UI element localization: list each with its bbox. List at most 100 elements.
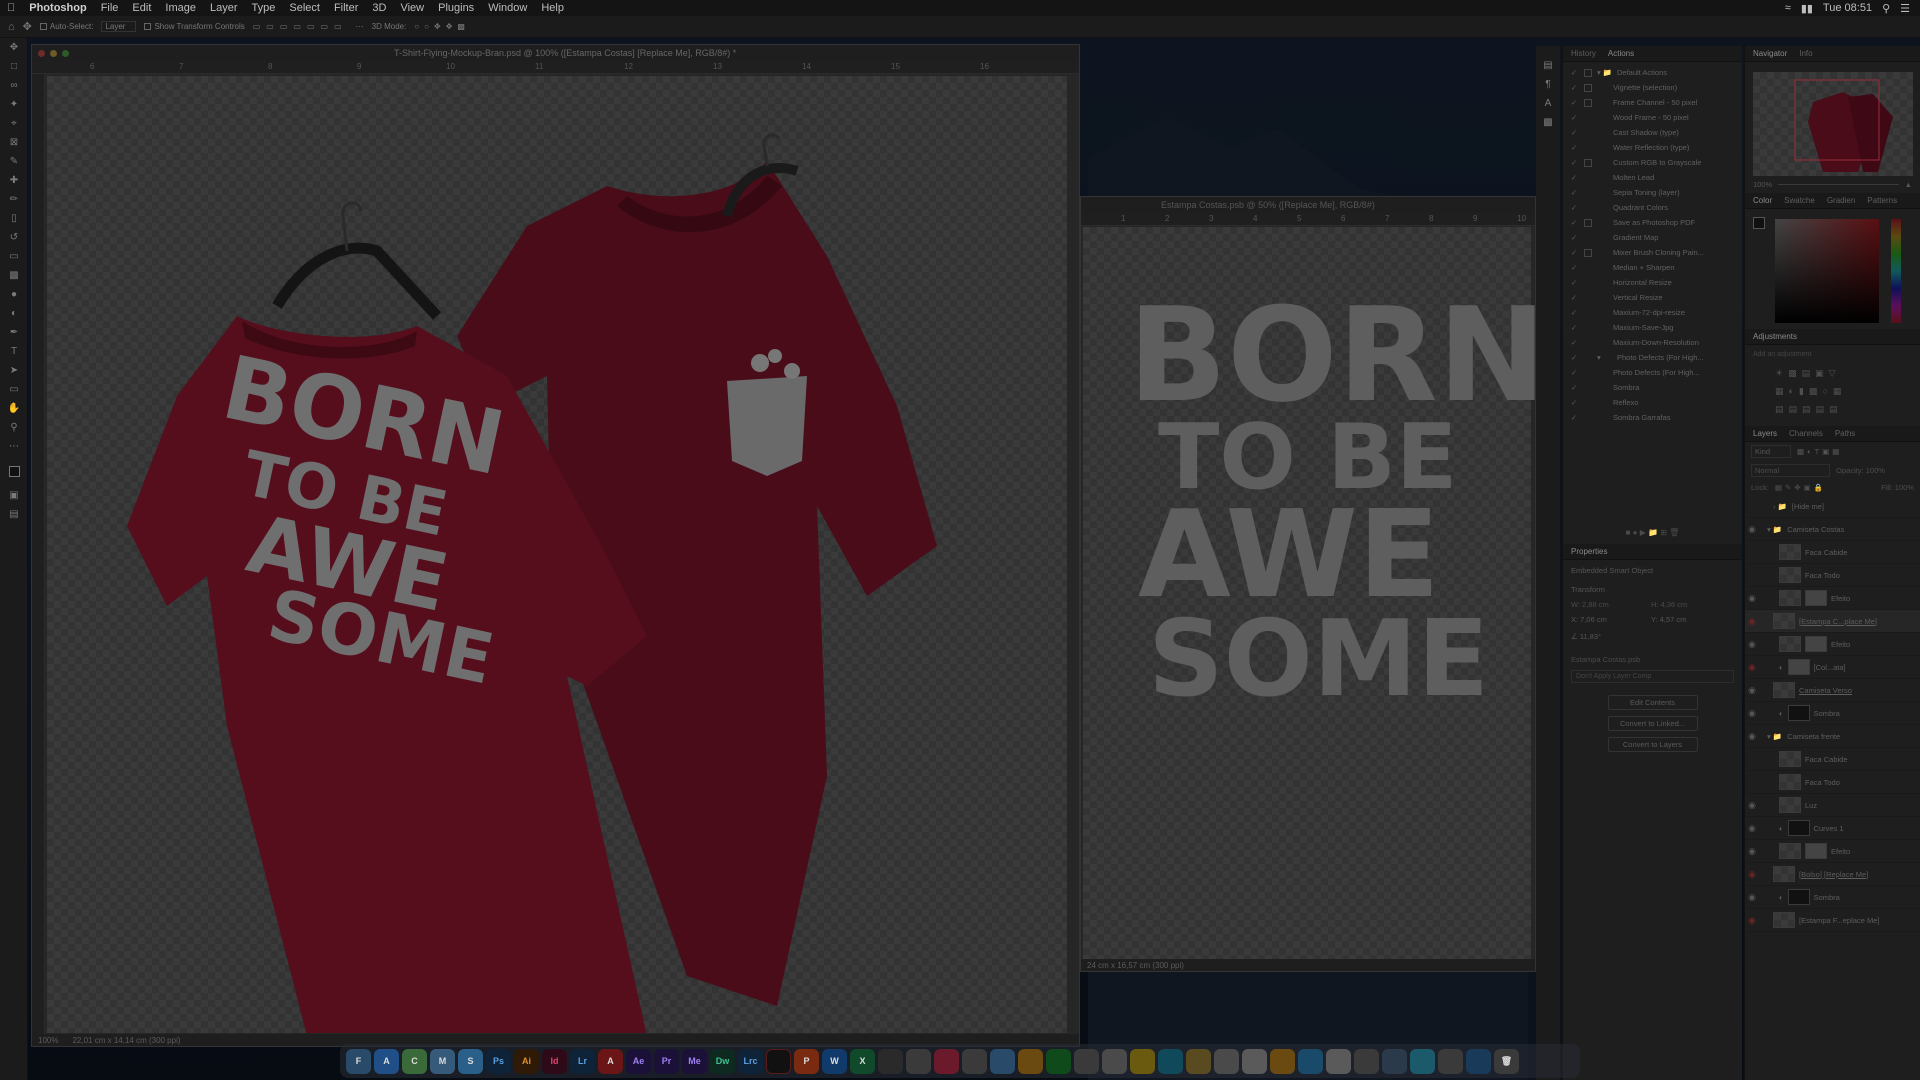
app-icon-21[interactable] xyxy=(906,1048,931,1074)
show-transform-checkbox[interactable]: Show Transform Controls xyxy=(144,22,245,31)
menu-image[interactable]: Image xyxy=(158,2,203,14)
layer-row[interactable]: ◉ ◐ Sombra xyxy=(1745,702,1920,725)
tab-patterns[interactable]: Patterns xyxy=(1867,196,1897,205)
layer-row-selected[interactable]: ◉ [Estampa C...place Me] xyxy=(1745,610,1920,633)
magic-wand-icon[interactable]: ✦ xyxy=(0,95,28,114)
app-icon-24[interactable] xyxy=(990,1048,1015,1074)
app-icon-27[interactable] xyxy=(1074,1048,1099,1074)
action-item[interactable]: ✓ Sombra Garrafas xyxy=(1563,410,1742,425)
layer-row[interactable]: Faca Cabide xyxy=(1745,748,1920,771)
layer-row[interactable]: ◉ Luz xyxy=(1745,794,1920,817)
action-item[interactable]: ✓ Quadrant Colors xyxy=(1563,200,1742,215)
app-icon-22[interactable] xyxy=(934,1048,959,1074)
lock-icons[interactable]: ▦✎✥▣🔒 xyxy=(1775,483,1826,492)
smart-object-canvas[interactable]: BORN TO BE AWE SOME xyxy=(1083,227,1547,961)
brush-icon[interactable]: ✏ xyxy=(0,190,28,209)
action-item[interactable]: ✓ Frame Channel - 50 pixel xyxy=(1563,95,1742,110)
layer-row[interactable]: Faca Todo xyxy=(1745,564,1920,587)
path-select-icon[interactable]: ➤ xyxy=(0,361,28,380)
tab-adjustments[interactable]: Adjustments xyxy=(1753,332,1797,341)
move-tool-icon[interactable]: ✥ xyxy=(23,20,32,33)
x-field[interactable]: X: 7,06 cm xyxy=(1571,615,1641,624)
action-item[interactable]: ✓ Sepia Toning (layer) xyxy=(1563,185,1742,200)
app-icon-20[interactable] xyxy=(878,1048,903,1074)
layer-row[interactable]: ◉ Camiseta Verso xyxy=(1745,679,1920,702)
history-brush-icon[interactable]: ↺ xyxy=(0,228,28,247)
fill-field[interactable]: Fill: 100% xyxy=(1881,483,1914,492)
screen-mode-icon[interactable]: ▤ xyxy=(0,505,28,524)
layer-row[interactable]: ◉ ▾ 📁 Camiseta Costas xyxy=(1745,518,1920,541)
photoshop-icon[interactable]: Ps xyxy=(486,1048,511,1074)
tab-properties[interactable]: Properties xyxy=(1571,547,1607,556)
tab-actions[interactable]: Actions xyxy=(1608,49,1634,58)
app-icon-35[interactable] xyxy=(1298,1048,1323,1074)
color-field[interactable] xyxy=(1775,219,1879,323)
move-icon[interactable]: ✥ xyxy=(0,38,28,57)
canvas[interactable]: BORN TO BE AWE SOME xyxy=(47,76,1067,1036)
app-icon-31[interactable] xyxy=(1186,1048,1211,1074)
character-icon[interactable]: A xyxy=(1536,94,1560,113)
stamp-icon[interactable]: ▯ xyxy=(0,209,28,228)
clock[interactable]: Tue 08:51 xyxy=(1823,2,1872,14)
layer-row[interactable]: Faca Todo xyxy=(1745,771,1920,794)
blend-mode-dropdown[interactable]: Normal xyxy=(1751,464,1831,477)
opacity-field[interactable]: Opacity: 100% xyxy=(1836,466,1885,475)
lightroom-icon[interactable]: Lr xyxy=(570,1048,595,1074)
action-item[interactable]: ✓ Wood Frame - 50 pixel xyxy=(1563,110,1742,125)
3d-icon[interactable]: ▩ xyxy=(1536,113,1560,132)
word-icon[interactable]: W xyxy=(822,1048,847,1074)
blur-icon[interactable]: ● xyxy=(0,285,28,304)
layer-row[interactable]: ◉ ◐ Sombra xyxy=(1745,886,1920,909)
layer-dropdown[interactable]: Layer xyxy=(101,21,137,32)
action-item[interactable]: ✓ Sombra xyxy=(1563,380,1742,395)
zoom-icon[interactable]: ⚲ xyxy=(0,418,28,437)
illustrator-icon[interactable]: Ai xyxy=(514,1048,539,1074)
healing-icon[interactable]: ✚ xyxy=(0,171,28,190)
wifi-icon[interactable]: ≈ xyxy=(1785,2,1791,14)
downloads-folder-icon[interactable] xyxy=(1466,1048,1491,1074)
shape-icon[interactable]: ▭ xyxy=(0,380,28,399)
apple-icon[interactable]:  xyxy=(0,2,22,14)
app-icon-23[interactable] xyxy=(962,1048,987,1074)
histogram-icon[interactable]: ▤ xyxy=(1536,56,1560,75)
battery-icon[interactable]: ▮▮ xyxy=(1801,2,1813,15)
action-item[interactable]: ✓ Mixer Brush Cloning Pain... xyxy=(1563,245,1742,260)
menu-type[interactable]: Type xyxy=(245,2,283,14)
trash-icon[interactable]: 🗑 xyxy=(1494,1048,1519,1074)
y-field[interactable]: Y: 4,57 cm xyxy=(1651,615,1686,624)
action-item[interactable]: ✓ Maxium-Down-Resolution xyxy=(1563,335,1742,350)
menu-3d[interactable]: 3D xyxy=(365,2,393,14)
menu-view[interactable]: View xyxy=(393,2,431,14)
safari-icon[interactable]: S xyxy=(458,1048,483,1074)
finder-icon[interactable]: F xyxy=(346,1048,371,1074)
quick-mask-icon[interactable]: ▣ xyxy=(0,486,28,505)
tab-navigator[interactable]: Navigator xyxy=(1753,49,1787,58)
hand-icon[interactable]: ✋ xyxy=(0,399,28,418)
app-icon-39[interactable] xyxy=(1410,1048,1435,1074)
control-center-icon[interactable]: ☰ xyxy=(1900,2,1910,15)
action-item[interactable]: ✓ Median + Sharpen xyxy=(1563,260,1742,275)
after-effects-icon[interactable]: Ae xyxy=(626,1048,651,1074)
spotify-icon[interactable] xyxy=(1046,1048,1071,1074)
layer-comp-dropdown[interactable]: Don't Apply Layer Comp xyxy=(1571,670,1734,683)
tab-history[interactable]: History xyxy=(1571,49,1596,58)
menu-plugins[interactable]: Plugins xyxy=(431,2,481,14)
vlc-icon[interactable] xyxy=(1270,1048,1295,1074)
kind-filter[interactable]: Kind xyxy=(1751,445,1792,458)
layer-filter[interactable]: Kind ▩◐T▣▦ xyxy=(1745,442,1920,461)
angle-field[interactable]: ∠ 11,83° xyxy=(1563,628,1742,645)
action-item[interactable]: ✓ Maxium-Save-Jpg xyxy=(1563,320,1742,335)
adjustment-icons[interactable]: ☀▩▤▣▽ ▦◐▮▩○▦ ▤▤▤▤▤ xyxy=(1745,364,1920,418)
powerpoint-icon[interactable]: P xyxy=(794,1048,819,1074)
premiere-icon[interactable]: Pr xyxy=(654,1048,679,1074)
layer-row[interactable]: ◉ Efeito xyxy=(1745,840,1920,863)
height-field[interactable]: H: 4,36 cm xyxy=(1651,600,1687,609)
zoom-button[interactable] xyxy=(62,49,69,57)
menu-layer[interactable]: Layer xyxy=(203,2,245,14)
layer-row[interactable]: ◉ ◐ Curves 1 xyxy=(1745,817,1920,840)
lasso-icon[interactable]: ∞ xyxy=(0,76,28,95)
indesign-icon[interactable]: Id xyxy=(542,1048,567,1074)
tab-gradients[interactable]: Gradien xyxy=(1827,196,1855,205)
app-icon-37[interactable] xyxy=(1354,1048,1379,1074)
pen-icon[interactable]: ✒ xyxy=(0,323,28,342)
